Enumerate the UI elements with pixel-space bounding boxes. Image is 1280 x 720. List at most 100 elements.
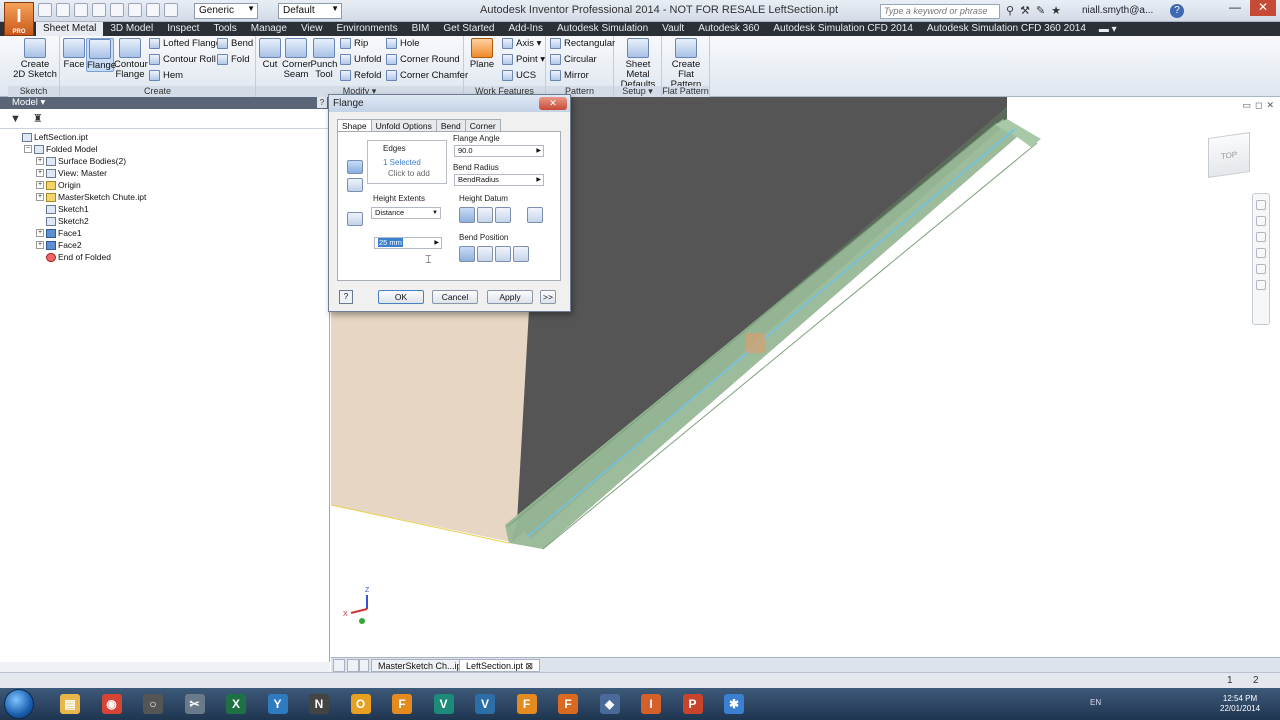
taskbar-app-app-f3[interactable]: F [550, 691, 586, 717]
ucs-button[interactable]: UCS [502, 70, 536, 81]
face-button[interactable]: Face [62, 38, 86, 70]
find-icon[interactable]: ♜ [33, 112, 43, 125]
tab-bim[interactable]: BIM [405, 22, 437, 36]
taskbar-app-app-cube[interactable]: ◆ [592, 691, 628, 717]
taskbar-app-app-v2[interactable]: V [467, 691, 503, 717]
wrench-icon[interactable]: ✎ [1036, 4, 1045, 17]
tree-expander-icon[interactable]: + [36, 229, 44, 237]
flip-direction-icon[interactable] [347, 212, 363, 226]
tree-node[interactable]: + Origin [0, 179, 329, 191]
tab-environments[interactable]: Environments [329, 22, 404, 36]
hem-button[interactable]: Hem [149, 70, 183, 81]
tree-node[interactable]: LeftSection.ipt [0, 131, 329, 143]
application-menu-button[interactable]: I PRO [4, 2, 34, 36]
taskbar-app-app-flower[interactable]: ✱ [716, 691, 752, 717]
hole-button[interactable]: Hole [386, 38, 420, 49]
dialog-title-bar[interactable]: Flange ✕ [329, 95, 570, 112]
ribbon-options-icon[interactable]: ▬ ▾ [1099, 24, 1117, 35]
taskbar-app-excel[interactable]: X [218, 691, 254, 717]
doc-tab-mastersketch[interactable]: MasterSketch Ch...ipt [371, 659, 472, 672]
edge-select-icon[interactable] [347, 160, 363, 174]
point-button[interactable]: Point ▾ [502, 54, 545, 65]
redo-icon[interactable] [110, 3, 124, 17]
datum-aligned-icon[interactable] [527, 207, 543, 223]
help-icon[interactable]: ? [1170, 4, 1184, 18]
height-extents-select[interactable]: Distance ▼ [371, 207, 441, 219]
taskbar-app-tool[interactable]: ✂ [177, 691, 213, 717]
corner-round-button[interactable]: Corner Round [386, 54, 460, 65]
taskbar-app-explorer[interactable]: ▤ [52, 691, 88, 717]
taskbar-app-app-i[interactable]: I [633, 691, 669, 717]
unfold-button[interactable]: Unfold [340, 54, 381, 65]
dialog-help-button[interactable]: ? [339, 290, 353, 304]
bend-outside-plane-icon[interactable] [495, 246, 511, 262]
tab-3d-model[interactable]: 3D Model [103, 22, 160, 36]
taskbar-app-app-n[interactable]: N [301, 691, 337, 717]
datum-outer-face-icon[interactable] [459, 207, 475, 223]
tab-manage[interactable]: Manage [244, 22, 294, 36]
cancel-button[interactable]: Cancel [432, 290, 478, 304]
bend-radius-input[interactable]: BendRadius ▶ [454, 174, 544, 186]
bend-tangent-icon[interactable] [513, 246, 529, 262]
viewport-restore-icon[interactable]: ◻ [1255, 100, 1262, 111]
tree-expander-icon[interactable]: + [36, 157, 44, 165]
flange-angle-input[interactable]: 90.0 ▶ [454, 145, 544, 157]
minimize-button[interactable]: — [1222, 0, 1248, 16]
tree-expander-icon[interactable]: − [24, 145, 32, 153]
doc-tab-leftsection[interactable]: LeftSection.ipt ⊠ [459, 659, 541, 672]
contour-flange-button[interactable]: Contour Flange [114, 38, 148, 80]
zoom-icon[interactable] [1256, 232, 1266, 242]
start-button[interactable] [4, 689, 34, 719]
update-icon[interactable] [146, 3, 160, 17]
viewport-close-icon[interactable]: ✕ [1266, 100, 1274, 111]
tab-vault[interactable]: Vault [655, 22, 691, 36]
axis-button[interactable]: Axis ▾ [502, 38, 541, 49]
binoculars-icon[interactable]: ⚲ [1006, 4, 1014, 17]
open-icon[interactable] [56, 3, 70, 17]
taskbar-app-app-f2[interactable]: F [509, 691, 545, 717]
steering-wheel-icon[interactable] [1256, 200, 1266, 210]
rectangular-pattern-button[interactable]: Rectangular [550, 38, 615, 49]
tree-expander-icon[interactable]: + [36, 181, 44, 189]
orbit-icon[interactable] [1256, 248, 1266, 258]
browser-scrollbar[interactable] [0, 662, 330, 672]
language-indicator[interactable]: EN [1090, 698, 1101, 707]
select-icon[interactable] [128, 3, 142, 17]
search-input[interactable]: Type a keyword or phrase [880, 4, 1000, 19]
flange-button[interactable]: Flange [86, 38, 116, 72]
bend-button[interactable]: Bend [217, 38, 253, 49]
taskbar-app-app-v1[interactable]: V [426, 691, 462, 717]
taskbar-app-outlook[interactable]: O [343, 691, 379, 717]
star-icon[interactable]: ★ [1051, 4, 1061, 17]
contour-roll-button[interactable]: Contour Roll [149, 54, 216, 65]
tree-node[interactable]: − Folded Model [0, 143, 329, 155]
dialog-close-button[interactable]: ✕ [539, 97, 567, 110]
sheet-metal-defaults-button[interactable]: Sheet Metal Defaults [616, 38, 660, 90]
tab-simulation-cfd-360[interactable]: Autodesk Simulation CFD 360 2014 [920, 22, 1093, 36]
lofted-flange-button[interactable]: Lofted Flange [149, 38, 221, 49]
punch-tool-button[interactable]: Punch Tool [310, 38, 338, 80]
refold-button[interactable]: Refold [340, 70, 381, 81]
nav-options-icon[interactable] [1256, 280, 1266, 290]
height-distance-input[interactable]: 25 mm ▶ [374, 237, 442, 249]
tree-node[interactable]: + View: Master [0, 167, 329, 179]
tab-inspect[interactable]: Inspect [160, 22, 206, 36]
more-button[interactable]: >> [540, 290, 556, 304]
tree-node[interactable]: + Surface Bodies(2) [0, 155, 329, 167]
corner-seam-button[interactable]: Corner Seam [282, 38, 311, 80]
viewport-minimize-icon[interactable]: ▭ [1242, 100, 1251, 111]
tile-icon[interactable] [333, 659, 345, 672]
tree-node[interactable]: + MasterSketch Chute.ipt [0, 191, 329, 203]
taskbar-app-yammer[interactable]: Y [260, 691, 296, 717]
tools-icon[interactable]: ⚒ [1020, 4, 1030, 17]
datum-orthogonal-icon[interactable] [495, 207, 511, 223]
create-flat-pattern-button[interactable]: Create Flat Pattern [664, 38, 708, 90]
cut-button[interactable]: Cut [258, 38, 282, 70]
create-2d-sketch-button[interactable]: Create 2D Sketch [12, 38, 58, 80]
browser-title[interactable]: Model ▾ [12, 97, 45, 108]
plane-button[interactable]: Plane [468, 38, 496, 70]
look-at-icon[interactable] [1256, 264, 1266, 274]
user-name[interactable]: niall.smyth@a... [1082, 5, 1153, 16]
tree-node[interactable]: + Face1 [0, 227, 329, 239]
taskbar-app-chrome[interactable]: ◉ [94, 691, 130, 717]
